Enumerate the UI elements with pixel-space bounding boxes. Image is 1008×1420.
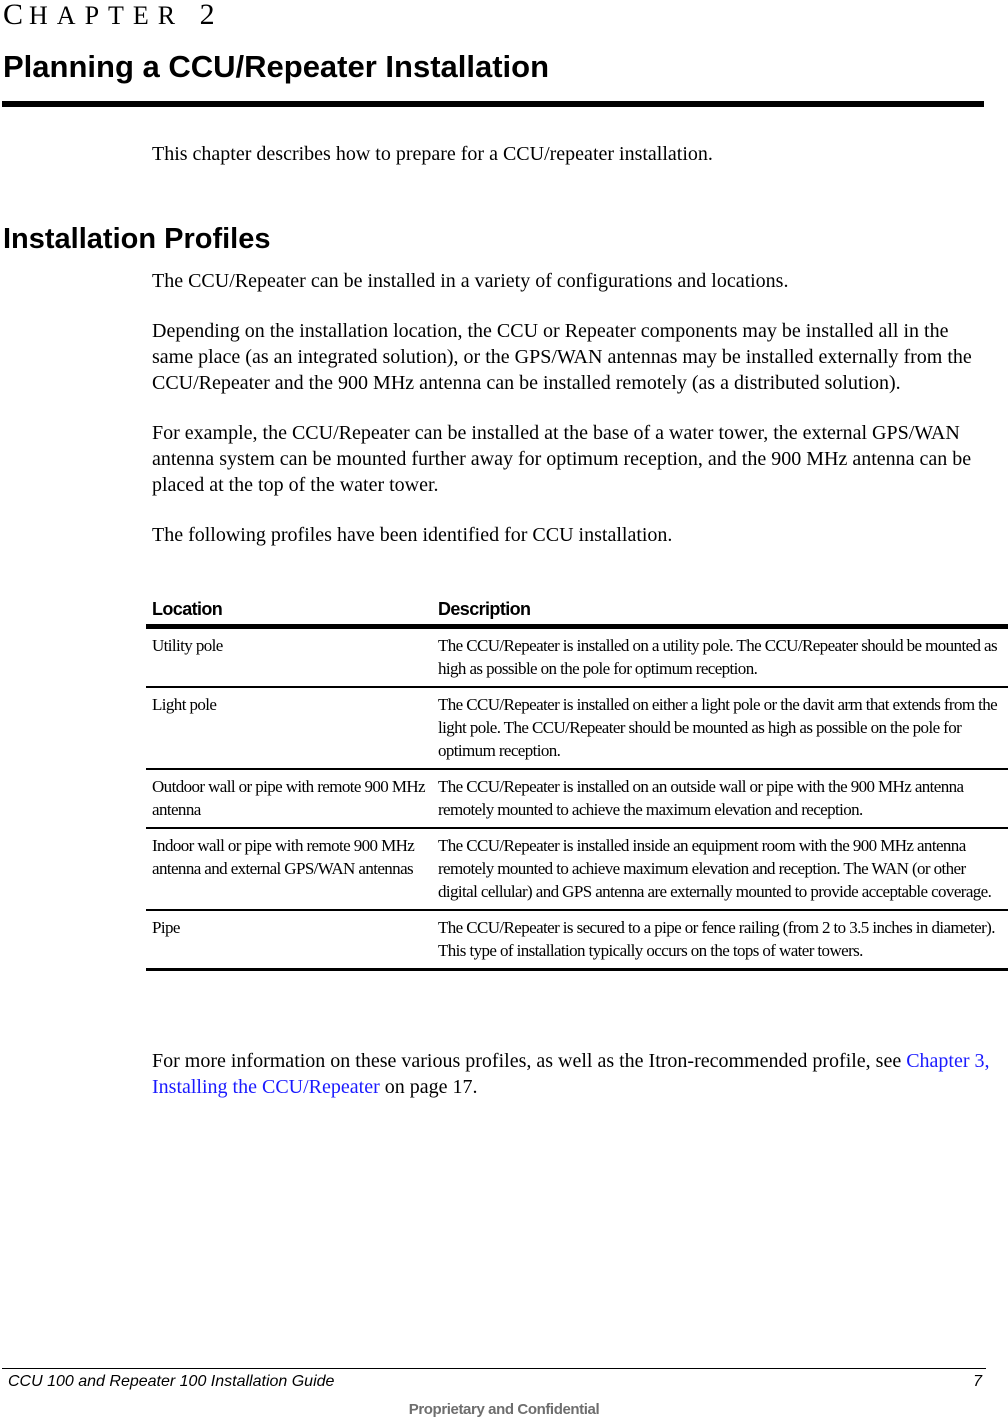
table-row: Utility pole The CCU/Repeater is install… — [146, 626, 1008, 688]
table-row: Light pole The CCU/Repeater is installed… — [146, 687, 1008, 770]
closing-paragraph: For more information on these various pr… — [152, 1048, 992, 1100]
chapter-rule-divider — [2, 101, 984, 107]
table-row: Indoor wall or pipe with remote 900 MHz … — [146, 828, 1008, 911]
description-cell: The CCU/Repeater is secured to a pipe or… — [432, 910, 1008, 971]
chapter-number: 2 — [199, 0, 221, 31]
paragraph: For example, the CCU/Repeater can be ins… — [152, 422, 972, 496]
column-header-location: Location — [146, 598, 432, 629]
paragraph: The following profiles have been identif… — [152, 524, 673, 546]
location-cell: Utility pole — [146, 626, 432, 688]
description-cell: The CCU/Repeater is installed on an outs… — [432, 769, 1008, 829]
chapter-title: Planning a CCU/Repeater Installation — [3, 49, 550, 84]
chapter-label-rest: HAPTER — [29, 1, 185, 30]
paragraph: Depending on the installation location, … — [152, 320, 972, 394]
footer-confidential-notice: Proprietary and Confidential — [408, 1401, 600, 1418]
section-title: Installation Profiles — [3, 223, 271, 255]
installation-profiles-table: Location Description Utility pole The CC… — [146, 598, 1008, 971]
description-cell: The CCU/Repeater is installed inside an … — [432, 828, 1008, 911]
closing-text-before: For more information on these various pr… — [152, 1050, 907, 1072]
footer-page-number: 7 — [973, 1373, 982, 1390]
table-row: Pipe The CCU/Repeater is secured to a pi… — [146, 910, 1008, 971]
description-cell: The CCU/Repeater is installed on a utili… — [432, 626, 1008, 688]
description-cell: The CCU/Repeater is installed on either … — [432, 687, 1008, 770]
column-header-description: Description — [432, 598, 1008, 629]
table-header-row: Location Description — [146, 598, 1008, 629]
footer-rule-divider — [2, 1368, 986, 1369]
intro-paragraph: This chapter describes how to prepare fo… — [152, 143, 713, 165]
paragraph: The CCU/Repeater can be installed in a v… — [152, 270, 789, 292]
footer-document-title: CCU 100 and Repeater 100 Installation Gu… — [8, 1373, 335, 1390]
location-cell: Outdoor wall or pipe with remote 900 MHz… — [146, 769, 432, 829]
location-cell: Light pole — [146, 687, 432, 770]
closing-text-after: on page 17. — [379, 1076, 478, 1098]
chapter-label: CHAPTER 2 — [3, 0, 221, 31]
chapter-label-initial: C — [3, 0, 30, 31]
location-cell: Pipe — [146, 910, 432, 971]
section-body: The CCU/Repeater can be installed in a v… — [152, 268, 992, 572]
location-cell: Indoor wall or pipe with remote 900 MHz … — [146, 828, 432, 911]
table-row: Outdoor wall or pipe with remote 900 MHz… — [146, 769, 1008, 829]
